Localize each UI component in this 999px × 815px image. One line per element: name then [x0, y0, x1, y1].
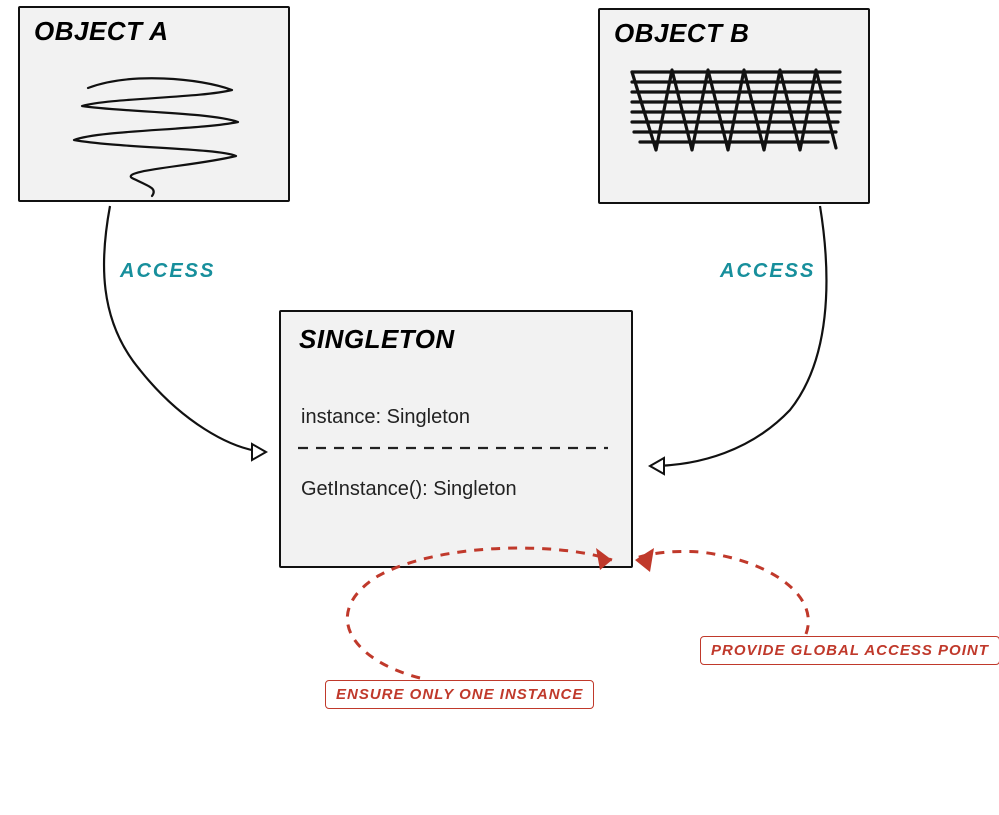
arrowhead-b — [650, 458, 664, 474]
singleton-method: GetInstance(): Singleton — [301, 478, 517, 501]
singleton-attribute: instance: Singleton — [301, 406, 470, 429]
object-b-title: OBJECT B — [614, 18, 749, 49]
arrowhead-a — [252, 444, 266, 460]
access-label-left: ACCESS — [120, 260, 215, 283]
callout-provide-arrow — [636, 551, 808, 634]
callout-provide: PROVIDE GLOBAL ACCESS POINT — [700, 636, 999, 665]
singleton-box: SINGLETON instance: Singleton GetInstanc… — [279, 310, 633, 568]
access-label-right: ACCESS — [720, 260, 815, 283]
object-a-box: OBJECT A — [18, 6, 290, 202]
callout-ensure: ENSURE ONLY ONE INSTANCE — [325, 680, 594, 709]
callout-provide-arrowhead — [635, 548, 654, 572]
arrow-b-to-singleton — [650, 206, 826, 466]
object-b-box: OBJECT B — [598, 8, 870, 204]
singleton-title: SINGLETON — [299, 324, 455, 355]
arrow-a-to-singleton — [104, 206, 266, 452]
object-a-title: OBJECT A — [34, 16, 169, 47]
